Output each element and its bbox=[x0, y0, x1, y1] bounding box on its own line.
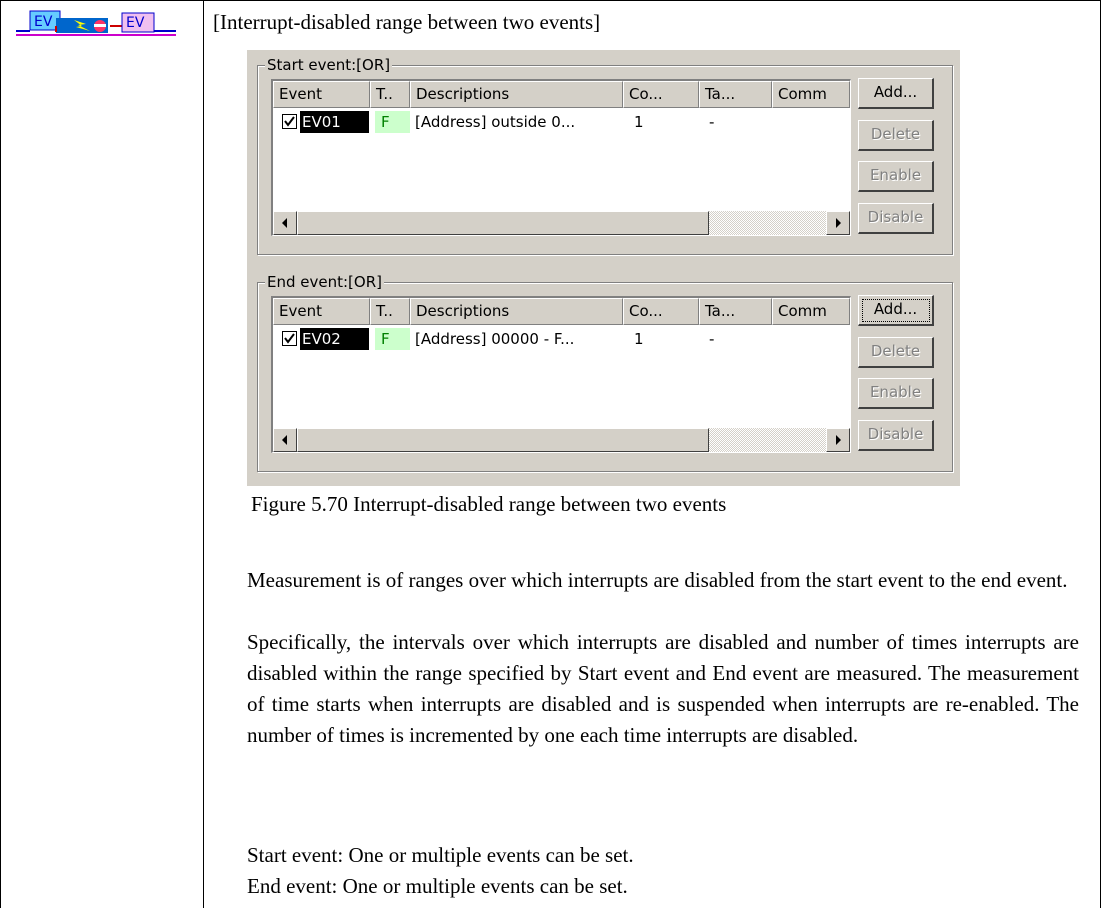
event-count: 1 bbox=[634, 113, 644, 131]
paragraph: Measurement is of ranges over which inte… bbox=[247, 568, 1068, 592]
end-event-group: End event:[OR] Event T.. Descriptions Co… bbox=[257, 272, 953, 472]
column-header-descriptions[interactable]: Descriptions bbox=[410, 298, 623, 325]
start-event-group: Start event:[OR] Event T.. Descriptions … bbox=[257, 55, 953, 255]
arrow-left-icon bbox=[282, 218, 287, 228]
event-type: F bbox=[375, 328, 410, 350]
column-header-type[interactable]: T.. bbox=[370, 298, 410, 325]
scrollbar-thumb[interactable] bbox=[297, 428, 709, 452]
figure-caption: Figure 5.70 Interrupt-disabled range bet… bbox=[251, 492, 727, 516]
arrow-right-icon bbox=[836, 435, 841, 445]
arrow-left-icon bbox=[282, 435, 287, 445]
event-settings-panel: Start event:[OR] Event T.. Descriptions … bbox=[247, 50, 960, 486]
event-type: F bbox=[375, 111, 410, 133]
horizontal-scrollbar[interactable] bbox=[273, 428, 850, 452]
icon-right-label: EV bbox=[126, 15, 145, 31]
list-header: Event T.. Descriptions Co... Ta... Comm bbox=[273, 81, 850, 108]
event-description: [Address] outside 0... bbox=[415, 113, 576, 131]
end-event-list[interactable]: Event T.. Descriptions Co... Ta... Comm … bbox=[271, 296, 851, 453]
delete-event-button[interactable]: Delete bbox=[858, 120, 934, 151]
add-event-button[interactable]: Add... bbox=[858, 78, 934, 109]
column-header-event[interactable]: Event bbox=[273, 81, 370, 108]
scroll-right-button[interactable] bbox=[826, 428, 850, 452]
list-item[interactable]: EV02 F [Address] 00000 - F... 1 - bbox=[273, 328, 850, 352]
table-column-divider bbox=[203, 0, 204, 908]
column-header-count[interactable]: Co... bbox=[623, 81, 699, 108]
column-header-comment[interactable]: Comm bbox=[772, 81, 850, 108]
event-count: 1 bbox=[634, 330, 644, 348]
event-description: [Address] 00000 - F... bbox=[415, 330, 575, 348]
start-event-list[interactable]: Event T.. Descriptions Co... Ta... Comm … bbox=[271, 79, 851, 236]
checkmark-icon bbox=[284, 333, 295, 344]
scrollbar-thumb[interactable] bbox=[297, 211, 709, 235]
scroll-left-button[interactable] bbox=[273, 428, 297, 452]
section-heading: [Interrupt-disabled range between two ev… bbox=[213, 10, 601, 34]
paragraph: Specifically, the intervals over which i… bbox=[247, 630, 1079, 747]
column-header-target[interactable]: Ta... bbox=[699, 81, 772, 108]
enable-event-button[interactable]: Enable bbox=[858, 161, 934, 192]
column-header-event[interactable]: Event bbox=[273, 298, 370, 325]
arrow-right-icon bbox=[836, 218, 841, 228]
end-event-legend: End event:[OR] bbox=[265, 272, 384, 292]
table-left-border bbox=[0, 0, 1, 908]
scroll-right-button[interactable] bbox=[826, 211, 850, 235]
column-header-comment[interactable]: Comm bbox=[772, 298, 850, 325]
checkmark-icon bbox=[284, 116, 295, 127]
scroll-left-button[interactable] bbox=[273, 211, 297, 235]
event-name: EV01 bbox=[300, 111, 369, 133]
end-event-note: End event: One or multiple events can be… bbox=[247, 874, 628, 898]
disable-event-button[interactable]: Disable bbox=[858, 420, 934, 451]
icon-left-label: EV bbox=[34, 14, 53, 30]
event-enabled-checkbox[interactable] bbox=[282, 331, 297, 346]
event-target: - bbox=[709, 330, 715, 348]
column-header-type[interactable]: T.. bbox=[370, 81, 410, 108]
column-header-descriptions[interactable]: Descriptions bbox=[410, 81, 623, 108]
column-header-count[interactable]: Co... bbox=[623, 298, 699, 325]
horizontal-scrollbar[interactable] bbox=[273, 211, 850, 235]
interrupt-disabled-range-icon: EV EV bbox=[16, 10, 176, 36]
add-event-button[interactable]: Add... bbox=[858, 295, 934, 326]
column-header-target[interactable]: Ta... bbox=[699, 298, 772, 325]
disable-event-button[interactable]: Disable bbox=[858, 203, 934, 234]
event-enabled-checkbox[interactable] bbox=[282, 114, 297, 129]
enable-event-button[interactable]: Enable bbox=[858, 378, 934, 409]
table-top-border bbox=[0, 0, 1101, 1]
event-name: EV02 bbox=[300, 328, 369, 350]
start-event-note: Start event: One or multiple events can … bbox=[247, 843, 634, 867]
event-target: - bbox=[709, 113, 715, 131]
list-header: Event T.. Descriptions Co... Ta... Comm bbox=[273, 298, 850, 325]
list-item[interactable]: EV01 F [Address] outside 0... 1 - bbox=[273, 111, 850, 135]
delete-event-button[interactable]: Delete bbox=[858, 337, 934, 368]
scrollbar-track[interactable] bbox=[709, 211, 826, 235]
scrollbar-track[interactable] bbox=[709, 428, 826, 452]
start-event-legend: Start event:[OR] bbox=[265, 55, 393, 75]
